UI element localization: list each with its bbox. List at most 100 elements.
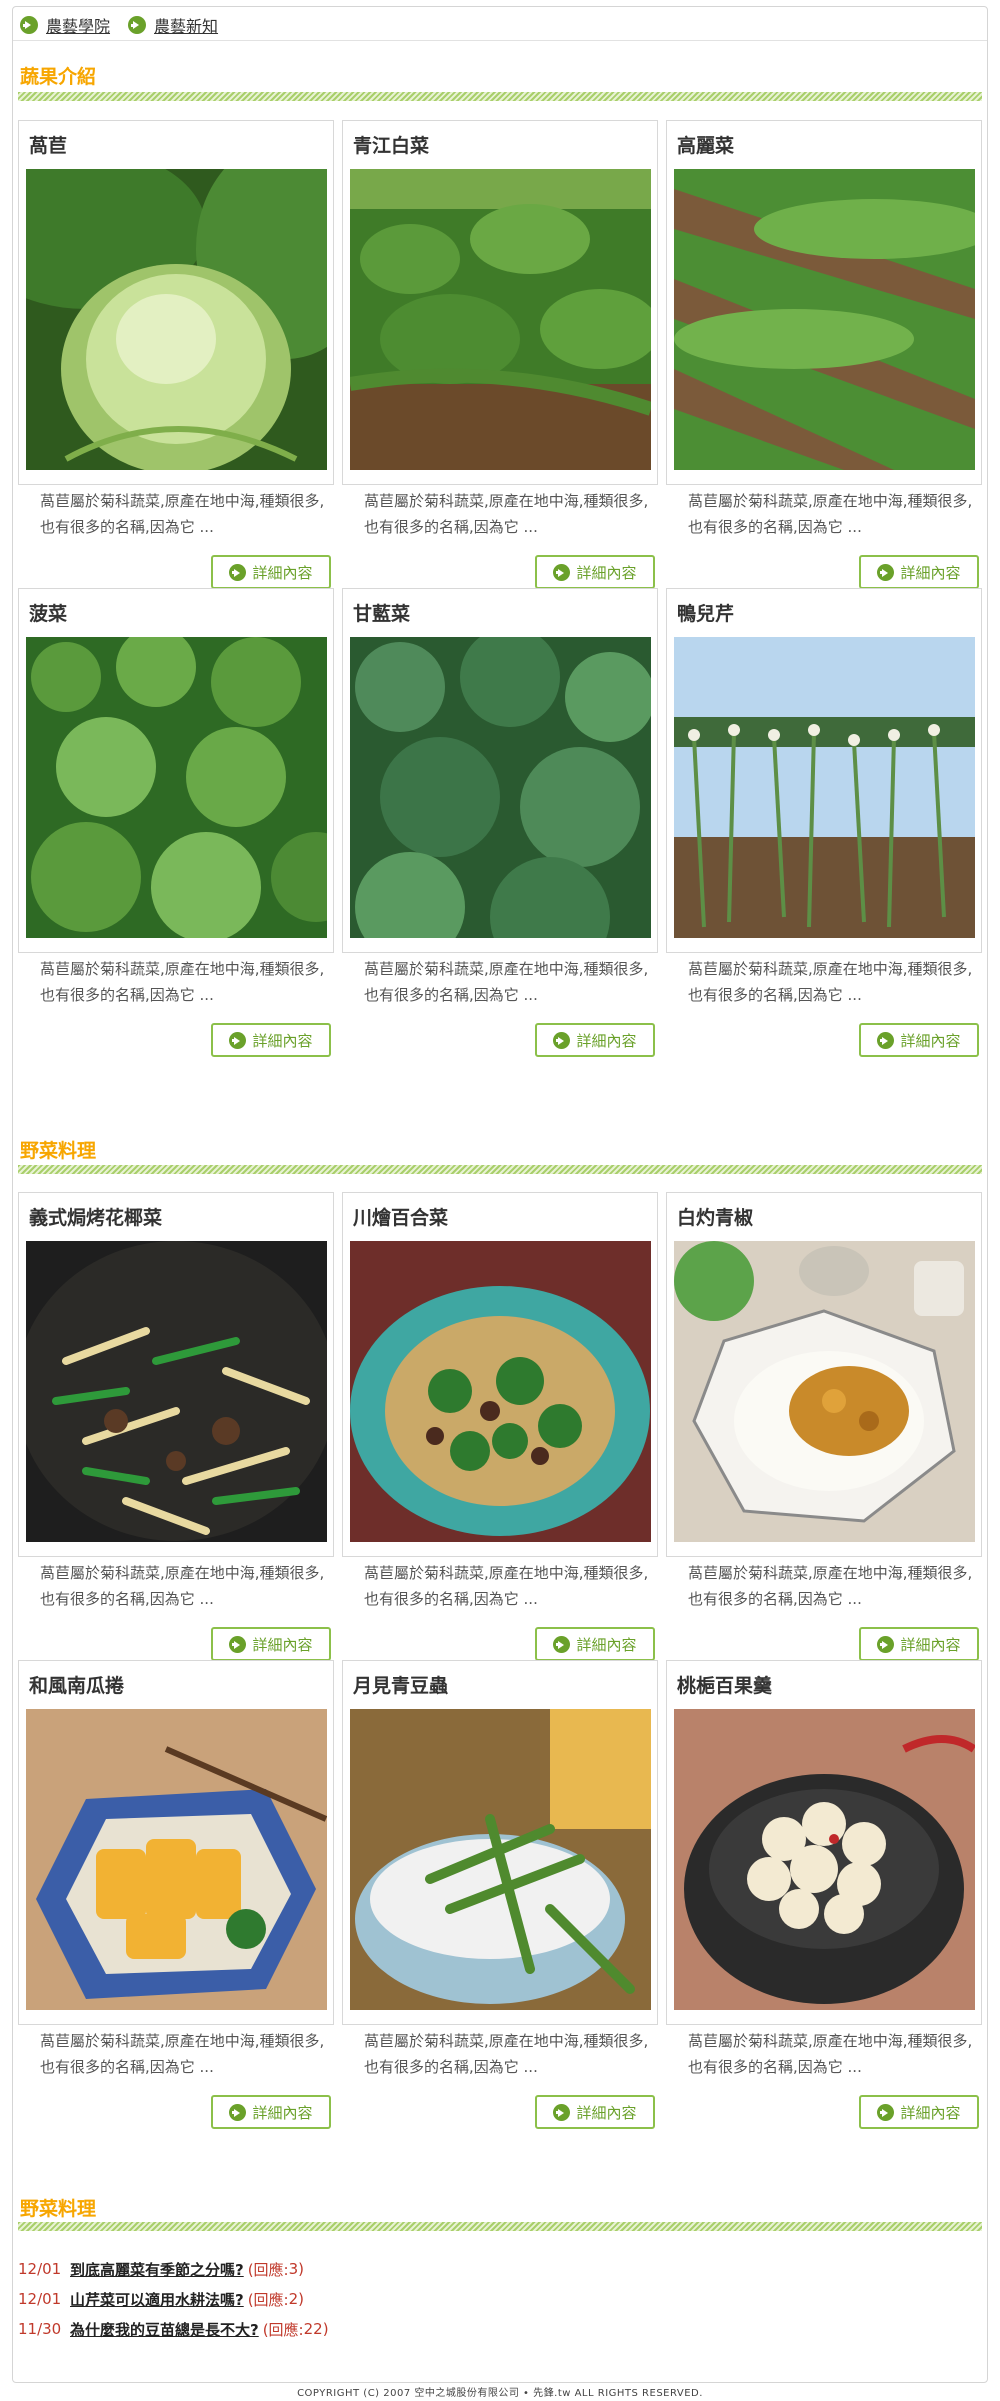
card-box: 甘藍菜 — [342, 588, 658, 953]
stirfry-photo[interactable] — [26, 1241, 327, 1542]
news-link[interactable]: 到底高麗菜有季節之分嗎? — [70, 2259, 244, 2280]
card-box: 鴨兒芹 — [666, 588, 982, 953]
news-date: 12/01 — [18, 2260, 62, 2278]
broccoli-plate-photo[interactable] — [350, 1241, 651, 1542]
card-title: 白灼青椒 — [677, 1207, 754, 1229]
detail-button[interactable]: 詳細內容 — [211, 1023, 331, 1057]
card: 桃梔百果羹 萵苣屬於菊科蔬菜,原產在地中海,種類很多,也有很多的名稱,因為它 .… — [666, 1660, 982, 2129]
card-title: 甘藍菜 — [353, 603, 411, 625]
news-date: 11/30 — [18, 2320, 62, 2338]
arrow-right-icon — [877, 563, 895, 581]
field-photo[interactable] — [350, 169, 651, 470]
detail-button[interactable]: 詳細內容 — [859, 1023, 979, 1057]
card-desc: 萵苣屬於菊科蔬菜,原產在地中海,種類很多,也有很多的名稱,因為它 ... — [688, 2032, 973, 2076]
card-box: 萵苣 — [18, 120, 334, 485]
card-title: 和風南瓜捲 — [29, 1675, 125, 1697]
detail-label: 詳細內容 — [252, 2103, 313, 2122]
card-desc: 萵苣屬於菊科蔬菜,原產在地中海,種類很多,也有很多的名稱,因為它 ... — [364, 1564, 649, 1608]
section-stripe — [18, 2222, 982, 2231]
arrow-right-icon — [877, 2103, 895, 2121]
detail-label: 詳細內容 — [576, 1031, 637, 1050]
card-title: 萵苣 — [29, 135, 68, 157]
news-reply-close: ) — [298, 2260, 305, 2278]
section-title-news: 野菜料理 — [20, 2198, 97, 2220]
card: 高麗菜 萵苣屬於菊科蔬菜,原產在地中海,種類很多,也有很多的名稱,因為它 ...… — [666, 120, 982, 589]
detail-label: 詳細內容 — [900, 563, 961, 582]
card-title: 高麗菜 — [677, 135, 735, 157]
news-list: 12/01 到底高麗菜有季節之分嗎? (回應: 3) 12/01 山芹菜可以適用水… — [18, 2254, 329, 2344]
news-reply-count: 2 — [288, 2290, 299, 2308]
card: 甘藍菜 萵苣屬於菊科蔬菜,原產在地中海,種類很多,也有很多的名稱,因為它 ...… — [342, 588, 658, 1057]
card-desc: 萵苣屬於菊科蔬菜,原產在地中海,種類很多,也有很多的名稱,因為它 ... — [688, 492, 973, 536]
detail-button[interactable]: 詳細內容 — [535, 1023, 655, 1057]
card-desc: 萵苣屬於菊科蔬菜,原產在地中海,種類很多,也有很多的名稱,因為它 ... — [364, 960, 649, 1004]
detail-button[interactable]: 詳細內容 — [211, 1627, 331, 1661]
detail-label: 詳細內容 — [576, 1635, 637, 1654]
arrow-right-icon — [128, 16, 147, 34]
news-item: 11/30 為什麼我的豆苗總是長不大? (回應: 22) — [18, 2314, 329, 2344]
greens-photo[interactable] — [26, 637, 327, 938]
detail-button[interactable]: 詳細內容 — [859, 2095, 979, 2129]
card-box: 川燴百合菜 — [342, 1192, 658, 1557]
nav-link-academy[interactable]: 農藝學院 — [20, 13, 110, 37]
card-desc: 萵苣屬於菊科蔬菜,原產在地中海,種類很多,也有很多的名稱,因為它 ... — [40, 1564, 325, 1608]
card-box: 和風南瓜捲 — [18, 1660, 334, 2025]
news-link[interactable]: 山芹菜可以適用水耕法嗎? — [70, 2289, 244, 2310]
card-title: 鴨兒芹 — [677, 603, 735, 625]
card: 義式焗烤花椰菜 萵苣屬於菊科蔬菜,原產在地中海,種類很多,也有很多的名稱,因為它… — [18, 1192, 334, 1661]
scallion-photo[interactable] — [674, 637, 975, 938]
detail-label: 詳細內容 — [576, 2103, 637, 2122]
kale-photo[interactable] — [350, 637, 651, 938]
arrow-right-icon — [553, 1031, 571, 1049]
cabbage-photo[interactable] — [26, 169, 327, 470]
section-stripe — [18, 92, 982, 101]
detail-button[interactable]: 詳細內容 — [859, 1627, 979, 1661]
arrow-right-icon — [877, 1635, 895, 1653]
card-title: 川燴百合菜 — [353, 1207, 449, 1229]
card-desc: 萵苣屬於菊科蔬菜,原產在地中海,種類很多,也有很多的名稱,因為它 ... — [364, 2032, 649, 2076]
edamame-photo[interactable] — [350, 1709, 651, 2010]
rows-photo[interactable] — [674, 169, 975, 470]
news-link[interactable]: 為什麼我的豆苗總是長不大? — [70, 2319, 259, 2340]
radish-pot-photo[interactable] — [674, 1709, 975, 2010]
section-title-veg: 蔬果介紹 — [20, 66, 97, 88]
food-grid: 義式焗烤花椰菜 萵苣屬於菊科蔬菜,原產在地中海,種類很多,也有很多的名稱,因為它… — [18, 1192, 982, 2129]
news-reply-close: ) — [322, 2320, 329, 2338]
arrow-right-icon — [229, 2103, 247, 2121]
detail-button[interactable]: 詳細內容 — [535, 555, 655, 589]
pumpkin-photo[interactable] — [26, 1709, 327, 2010]
news-reply-count: 3 — [288, 2260, 299, 2278]
card-box: 菠菜 — [18, 588, 334, 953]
nav-label: 農藝學院 — [46, 17, 111, 36]
news-reply-label: (回應: — [262, 2320, 304, 2339]
news-item: 12/01 到底高麗菜有季節之分嗎? (回應: 3) — [18, 2254, 329, 2284]
card-title: 菠菜 — [29, 603, 68, 625]
card-title: 義式焗烤花椰菜 — [29, 1207, 163, 1229]
card-desc: 萵苣屬於菊科蔬菜,原產在地中海,種類很多,也有很多的名稱,因為它 ... — [688, 960, 973, 1004]
arrow-right-icon — [553, 563, 571, 581]
detail-label: 詳細內容 — [252, 1635, 313, 1654]
section-stripe — [18, 1165, 982, 1174]
detail-label: 詳細內容 — [900, 2103, 961, 2122]
detail-label: 詳細內容 — [252, 563, 313, 582]
news-reply-label: (回應: — [247, 2260, 289, 2279]
footer-copyright: COPYRIGHT (C) 2007 空中之城股份有限公司 • 先鋒.tw AL… — [297, 2388, 703, 2399]
news-reply-count: 22 — [303, 2320, 323, 2338]
detail-button[interactable]: 詳細內容 — [535, 1627, 655, 1661]
arrow-right-icon — [553, 1635, 571, 1653]
arrow-right-icon — [229, 1031, 247, 1049]
detail-button[interactable]: 詳細內容 — [211, 555, 331, 589]
detail-button[interactable]: 詳細內容 — [859, 555, 979, 589]
detail-label: 詳細內容 — [252, 1031, 313, 1050]
nav-link-news[interactable]: 農藝新知 — [128, 13, 218, 37]
veg-grid: 萵苣 萵苣屬於菊科蔬菜,原產在地中海,種類很多,也有很多的名稱,因為它 ... … — [18, 120, 982, 1057]
news-reply-close: ) — [298, 2290, 305, 2308]
card-box: 白灼青椒 — [666, 1192, 982, 1557]
card: 白灼青椒 萵苣屬於菊科蔬菜,原產在地中海,種類很多,也有很多的名稱,因為它 ..… — [666, 1192, 982, 1661]
card-desc: 萵苣屬於菊科蔬菜,原產在地中海,種類很多,也有很多的名稱,因為它 ... — [40, 2032, 325, 2076]
card-desc: 萵苣屬於菊科蔬菜,原產在地中海,種類很多,也有很多的名稱,因為它 ... — [364, 492, 649, 536]
detail-button[interactable]: 詳細內容 — [535, 2095, 655, 2129]
card-desc: 萵苣屬於菊科蔬菜,原產在地中海,種類很多,也有很多的名稱,因為它 ... — [40, 492, 325, 536]
curry-photo[interactable] — [674, 1241, 975, 1542]
detail-button[interactable]: 詳細內容 — [211, 2095, 331, 2129]
